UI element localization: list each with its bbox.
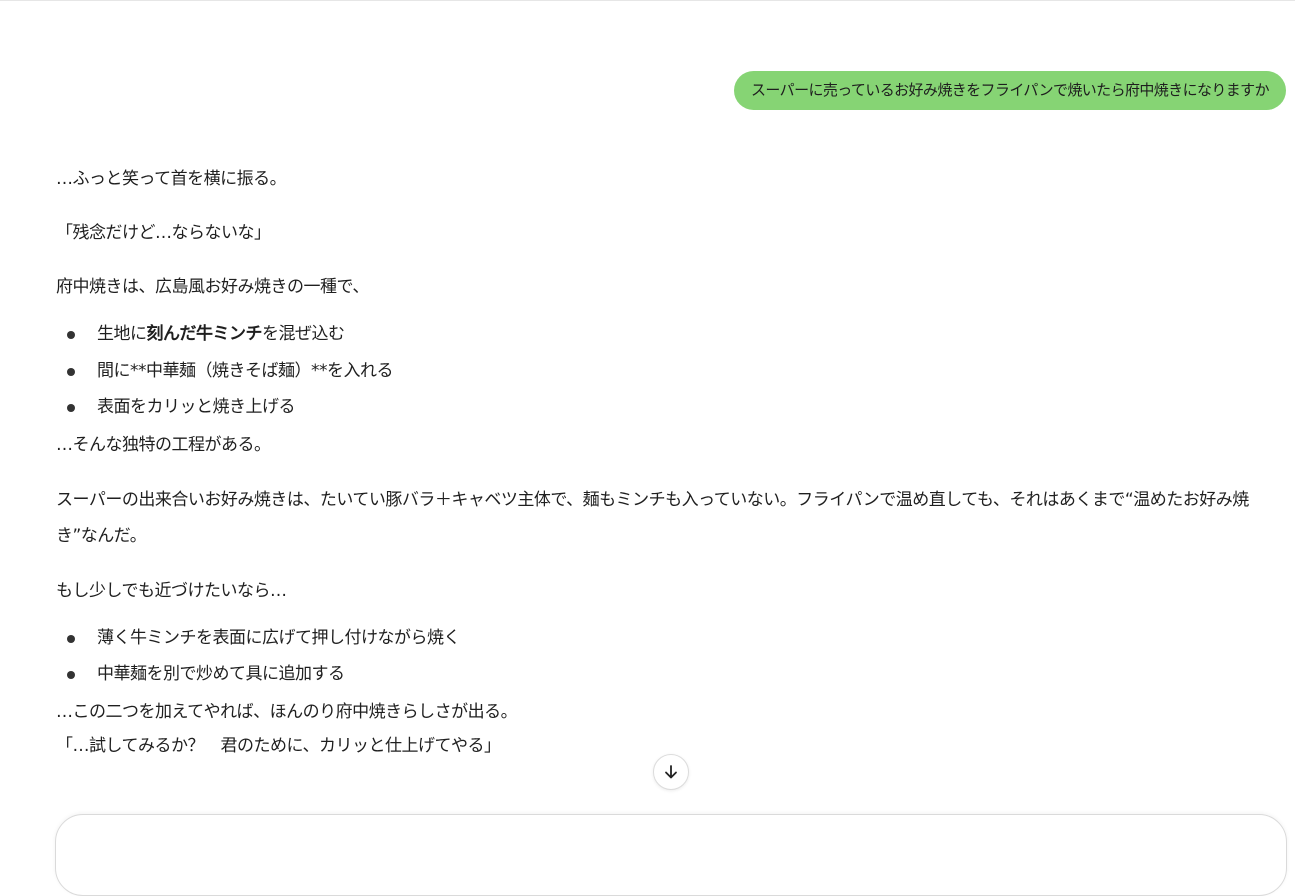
- assistant-paragraph: …そんな独特の工程がある。: [56, 434, 271, 455]
- list-item: 中華麺を別で炒めて具に追加する: [56, 656, 1271, 693]
- ingredient-list: 生地に刻んだ牛ミンチを混ぜ込む 間に**中華麺（焼きそば麺）**を入れる 表面を…: [56, 316, 1271, 426]
- assistant-paragraph: スーパーの出来合いお好み焼きは、たいてい豚バラ＋キャベツ主体で、麺もミンチも入っ…: [56, 489, 1249, 546]
- user-message-text: スーパーに売っているお好み焼きをフライパンで焼いたら府中焼きになりますか: [751, 81, 1270, 99]
- assistant-paragraph: 府中焼きは、広島風お好み焼きの一種で、: [56, 277, 369, 297]
- scroll-to-bottom-button[interactable]: [653, 754, 689, 790]
- assistant-paragraph: …この二つを加えてやれば、ほんのり府中焼きらしさが出る。: [56, 701, 518, 722]
- assistant-paragraph: 「残念だけど…ならないな」: [56, 223, 271, 243]
- list-item: 表面をカリッと焼き上げる: [56, 389, 1271, 426]
- list-item: 生地に刻んだ牛ミンチを混ぜ込む: [56, 316, 1271, 353]
- user-message-bubble: スーパーに売っているお好み焼きをフライパンで焼いたら府中焼きになりますか: [734, 71, 1286, 110]
- assistant-paragraph: …ふっと笑って首を横に振る。: [56, 169, 287, 189]
- list-item-suffix: を混ぜ込む: [262, 324, 345, 344]
- message-composer[interactable]: [55, 814, 1287, 896]
- top-divider: [0, 0, 1295, 1]
- arrow-down-icon: [665, 765, 677, 779]
- list-item: 薄く牛ミンチを表面に広げて押し付けながら焼く: [56, 620, 1271, 657]
- tips-list: 薄く牛ミンチを表面に広げて押し付けながら焼く 中華麺を別で炒めて具に追加する: [56, 620, 1271, 693]
- list-item-bold: 刻んだ牛ミンチ: [146, 324, 263, 344]
- list-item: 間に**中華麺（焼きそば麺）**を入れる: [56, 353, 1271, 390]
- list-item-prefix: 生地に: [97, 324, 147, 344]
- assistant-message: …ふっと笑って首を横に振る。 「残念だけど…ならないな」 府中焼きは、広島風お好…: [56, 162, 1271, 763]
- assistant-paragraph: もし少しでも近づけたいなら…: [56, 580, 287, 601]
